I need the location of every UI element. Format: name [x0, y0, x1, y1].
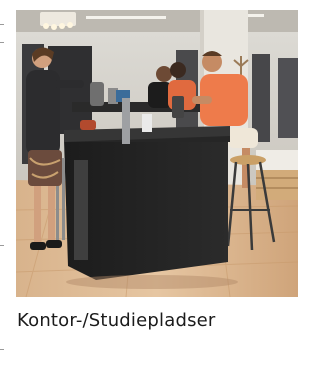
edge-mark: [0, 24, 4, 25]
edge-mark: [0, 349, 4, 350]
workspace-card[interactable]: Kontor-/Studiepladser: [16, 10, 298, 360]
workspace-photo-illustration: [16, 10, 298, 297]
edge-mark: [0, 245, 4, 246]
card-caption[interactable]: Kontor-/Studiepladser: [17, 310, 216, 331]
workspace-photo[interactable]: [16, 10, 298, 297]
edge-mark: [0, 42, 4, 43]
page: Kontor-/Studiepladser: [0, 0, 309, 372]
